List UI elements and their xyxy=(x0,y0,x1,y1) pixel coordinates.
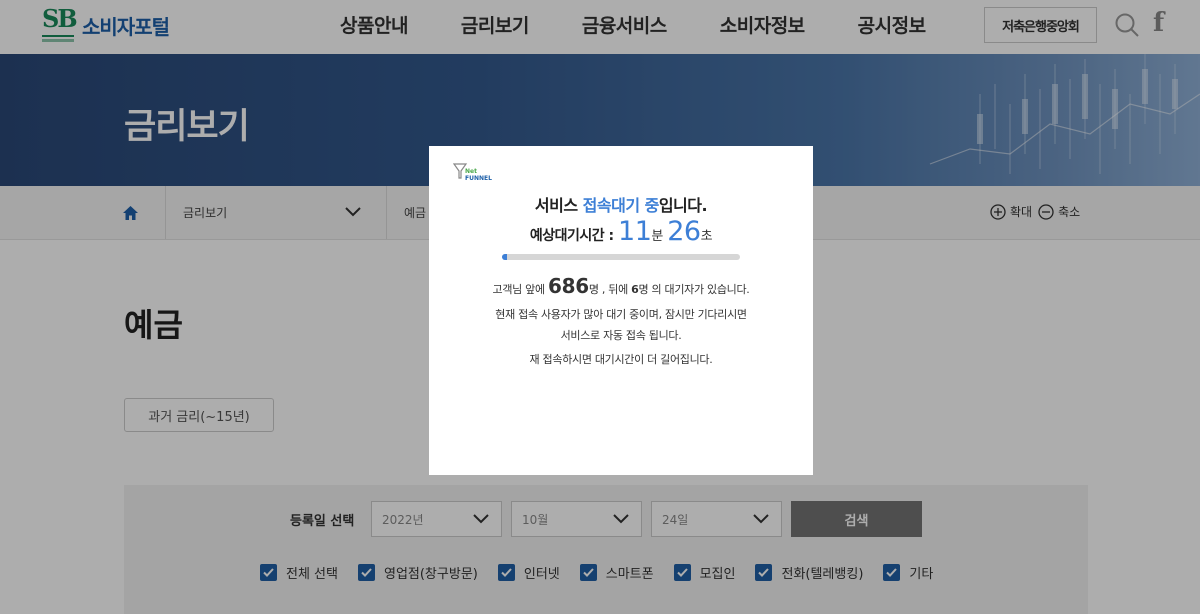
svg-text:Net: Net xyxy=(465,168,477,175)
svg-text:FUNNEL: FUNNEL xyxy=(465,175,492,182)
wait-message-1: 현재 접속 사용자가 많아 대기 중이며, 잠시만 기다리시면 xyxy=(495,308,747,321)
netfunnel-wait-dialog: Net FUNNEL 서비스 접속대기 중입니다. 예상대기시간 : 11분 2… xyxy=(429,146,813,475)
wait-status-text: 서비스 접속대기 중입니다. xyxy=(534,196,708,215)
netfunnel-logo-icon: Net FUNNEL xyxy=(453,163,492,182)
wait-minutes: 11 xyxy=(618,216,652,247)
wait-progress-fill xyxy=(502,254,507,260)
wait-message-3: 재 접속하시면 대기시간이 더 길어집니다. xyxy=(529,353,713,366)
wait-seconds: 26 xyxy=(667,216,701,247)
estimated-wait-time: 예상대기시간 : 11분 26초 xyxy=(529,216,713,247)
wait-message-2: 서비스로 자동 접속 됩니다. xyxy=(560,329,682,342)
queue-ahead-count: 686 xyxy=(548,274,589,298)
wait-progress-bar xyxy=(502,254,740,260)
queue-count-text: 고객님 앞에 686명 , 뒤에 6명 의 대기자가 있습니다. xyxy=(492,274,750,298)
